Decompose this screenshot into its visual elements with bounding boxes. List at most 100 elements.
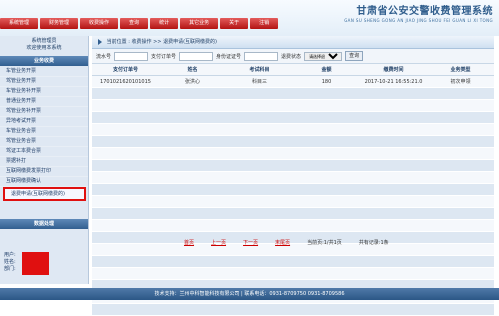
id-card-label: 身份证证号: [216, 53, 242, 60]
table-cell-empty: [427, 207, 494, 220]
info-dept-label: 部门:: [4, 266, 16, 272]
total-records: 共有记录:1条: [358, 240, 389, 246]
table-cell-empty: [92, 123, 159, 136]
table-cell: 180: [293, 75, 360, 88]
top-nav-tab-3[interactable]: 查询: [120, 18, 149, 29]
sidebar-item-6[interactable]: 车管业务合票: [0, 127, 88, 137]
serial-input[interactable]: [114, 51, 149, 61]
breadcrumb-part-1[interactable]: 收费操作: [131, 39, 151, 45]
table-row[interactable]: 1701021620101015 张洪心 科目三 180 2017-10-21 16:5…: [92, 75, 494, 88]
breadcrumb: 当前位置 : 收费操作 >> 退费申请(互联网缴费的): [92, 36, 494, 49]
sidebar-item-11[interactable]: 互联网缴费确认: [0, 177, 88, 187]
sidebar-item-3[interactable]: 普通业务开票: [0, 97, 88, 107]
last-page-link[interactable]: 末尾页: [275, 239, 290, 249]
table-cell-empty: [226, 195, 293, 208]
table-cell-empty: [226, 159, 293, 172]
table-cell-empty: [293, 195, 360, 208]
user-greeting: 系统管理员 欢迎使用本系统: [0, 36, 88, 56]
table-cell-empty: [427, 87, 494, 100]
system-title: 甘肃省公安交警收费管理系统: [356, 6, 493, 17]
table-cell-empty: [293, 219, 360, 232]
table-cell-empty: [159, 123, 226, 136]
sidebar-item-8[interactable]: 驾证工本费合票: [0, 147, 88, 157]
table-cell-empty: [159, 195, 226, 208]
sidebar-item-0[interactable]: 车管业务开票: [0, 67, 88, 77]
table-cell-empty: [92, 171, 159, 184]
table-cell-empty: [360, 147, 427, 160]
column-header-1: 姓名: [159, 64, 226, 76]
table-cell-empty: [293, 147, 360, 160]
top-nav-tab-1[interactable]: 财务管理: [40, 18, 79, 29]
table-cell-empty: [293, 123, 360, 136]
table-cell-empty: [360, 183, 427, 196]
table-cell-empty: [159, 207, 226, 220]
table-cell: 科目三: [226, 75, 293, 88]
table-cell-empty: [226, 123, 293, 136]
top-nav-tab-6[interactable]: 关于: [220, 18, 249, 29]
table-cell-empty: [427, 111, 494, 124]
table-cell-empty: [360, 135, 427, 148]
table-cell-empty: [226, 303, 293, 316]
table-cell-empty: [293, 159, 360, 172]
table-cell-empty: [92, 267, 159, 280]
table-cell-empty: [293, 135, 360, 148]
table-cell-empty: [427, 183, 494, 196]
table-cell-empty: [360, 267, 427, 280]
sidebar-item-1[interactable]: 驾管业务开票: [0, 77, 88, 87]
top-nav-tab-5[interactable]: 其它业务: [180, 18, 219, 29]
top-nav-tab-0[interactable]: 系统管理: [0, 18, 39, 29]
table-body: 1701021620101015 张洪心 科目三 180 2017-10-21 16:5…: [92, 75, 494, 316]
system-subtitle: GAN SU SHENG GONG AN JIAO JING SHOU FEI …: [344, 18, 493, 23]
table-cell-empty: [226, 99, 293, 112]
sidebar-item-5[interactable]: 异地考试开票: [0, 117, 88, 127]
search-bar: 流水号 支付订单号 身份证证号 退费状态 请选择退费状态 查询: [92, 49, 494, 64]
table-cell-empty: [159, 159, 226, 172]
table-cell-empty: [92, 219, 159, 232]
table-cell: 1701021620101015: [92, 75, 159, 88]
table-cell-empty: [293, 255, 360, 268]
first-page-link[interactable]: 首页: [184, 239, 194, 249]
sidebar-item-7[interactable]: 驾管业务合票: [0, 137, 88, 147]
refund-status-label: 退费状态: [281, 53, 302, 60]
table-row-empty: [92, 123, 494, 136]
table-cell-empty: [427, 123, 494, 136]
sidebar-item-12[interactable]: 退费申请(互联网缴费的): [3, 187, 86, 201]
top-nav-tab-7[interactable]: 注销: [250, 18, 279, 29]
breadcrumb-part-2: 退费申请(互联网缴费的): [163, 39, 217, 45]
table-cell-empty: [226, 147, 293, 160]
info-name-label: 姓名:: [4, 259, 16, 265]
table-row-empty: [92, 135, 494, 148]
table-row-empty: [92, 147, 494, 160]
sidebar-section-title[interactable]: 业务收费: [0, 56, 88, 66]
table-cell-empty: [226, 183, 293, 196]
table-cell-empty: [360, 219, 427, 232]
sidebar-item-4[interactable]: 驾管业务补开票: [0, 107, 88, 117]
table-cell-empty: [92, 99, 159, 112]
order-no-input[interactable]: [179, 51, 214, 61]
table-row-empty: [92, 99, 494, 112]
sidebar-item-2[interactable]: 车管业务补开票: [0, 87, 88, 97]
table-cell-empty: [293, 87, 360, 100]
table-cell-empty: [92, 255, 159, 268]
next-page-link[interactable]: 下一页: [243, 239, 258, 249]
table-row-empty: [92, 219, 494, 232]
table-cell-empty: [226, 255, 293, 268]
table-cell-empty: [226, 87, 293, 100]
top-nav-tab-2[interactable]: 收费操作: [80, 18, 119, 29]
id-card-input[interactable]: [244, 51, 279, 61]
sidebar-item-10[interactable]: 互联网缴费发票打印: [0, 167, 88, 177]
top-banner: 系统管理 财务管理 收费操作 查询 统计 其它业务 关于 注销 甘肃省公安交警收费管理系统 G…: [0, 0, 499, 36]
pager: 首页 上一页 下一页 末尾页 当前页:1/共1页 共有记录:1条: [92, 239, 499, 249]
user-info: 用户: 姓名: 部门:: [4, 252, 16, 273]
sidebar-item-9[interactable]: 票据补打: [0, 157, 88, 167]
sidebar-section2-title[interactable]: 数据处理: [0, 219, 88, 229]
table-cell-empty: [226, 207, 293, 220]
top-nav-tab-4[interactable]: 统计: [150, 18, 179, 29]
query-button[interactable]: 查询: [345, 51, 364, 61]
top-nav: 系统管理 财务管理 收费操作 查询 统计 其它业务 关于 注销: [0, 18, 330, 30]
results-table: 支付订单号 姓名 考试科目 金额 缴费时间 业务类型 1701021620101015 张洪…: [92, 64, 494, 316]
prev-page-link[interactable]: 上一页: [211, 239, 226, 249]
table-cell-empty: [293, 267, 360, 280]
refund-status-select[interactable]: 请选择退费状态: [304, 51, 343, 61]
table-cell-empty: [92, 207, 159, 220]
